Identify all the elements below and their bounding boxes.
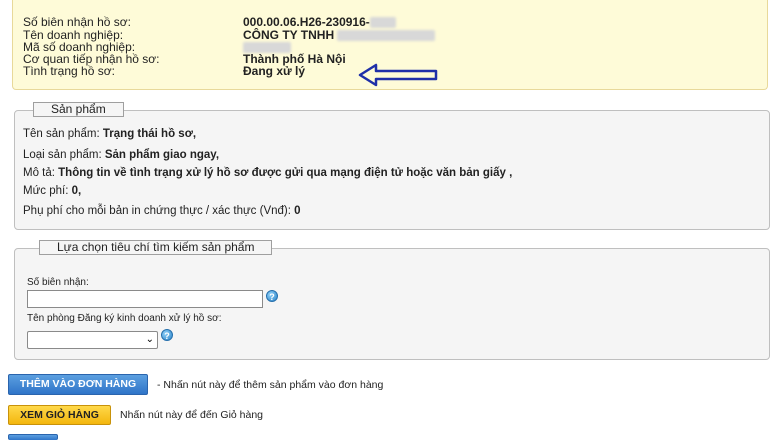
product-fee-label: Mức phí: [23, 185, 72, 197]
product-name-label: Tên sản phẩm: [23, 128, 103, 140]
product-surcharge-line: Phụ phí cho mỗi bản in chứng thực / xác … [23, 205, 301, 217]
help-icon[interactable]: ? [266, 290, 278, 302]
add-to-order-button[interactable]: THÊM VÀO ĐƠN HÀNG [8, 374, 148, 395]
receipt-number-label: Số biên nhận hồ sơ: [23, 15, 131, 29]
annotation-arrow-icon [358, 63, 438, 87]
product-description-value: Thông tin về tình trạng xử lý hồ sơ được… [58, 167, 513, 179]
add-to-order-note: - Nhấn nút này để thêm sản phẩm vào đơn … [157, 379, 384, 391]
view-cart-note: Nhấn nút này để đến Giỏ hàng [120, 409, 264, 421]
view-cart-button[interactable]: XEM GIỎ HÀNG [8, 405, 111, 425]
receipt-number-value: 000.00.06.H26-230916- [243, 16, 396, 29]
product-fee-value: 0, [71, 185, 82, 197]
product-type-value: Sản phẩm giao ngay, [104, 149, 220, 161]
receipt-number-field-label: Số biên nhận: [27, 277, 89, 288]
product-legend: Sản phẩm [33, 102, 124, 117]
product-type-label: Loại sản phẩm: [23, 149, 105, 161]
status-label: Tình trạng hồ sơ: [23, 64, 115, 78]
redaction-blur [337, 30, 436, 42]
redaction-blur [369, 17, 396, 29]
help-icon[interactable]: ? [161, 329, 173, 341]
product-fee-line: Mức phí: 0, [23, 185, 81, 197]
status-value: Đang xử lý [243, 64, 306, 78]
chevron-down-icon: ⌄ [145, 334, 154, 345]
search-criteria-fieldset: Lựa chọn tiêu chí tìm kiếm sản phẩm Số b… [14, 240, 770, 360]
office-field-label: Tên phòng Đăng ký kinh doanh xử lý hồ sơ… [27, 313, 222, 324]
product-description-label: Mô tả: [23, 167, 59, 179]
product-description-line: Mô tả: Thông tin về tình trạng xử lý hồ … [23, 167, 512, 179]
partial-button[interactable] [8, 434, 58, 440]
product-type-line: Loại sản phẩm: Sản phẩm giao ngay, [23, 149, 219, 161]
receipt-number-input[interactable] [27, 290, 263, 308]
product-name-value: Trạng thái hồ sơ, [102, 128, 197, 140]
product-surcharge-label: Phụ phí cho mỗi bản in chứng thực / xác … [23, 205, 295, 217]
product-surcharge-value: 0 [294, 205, 301, 217]
company-name-value: CÔNG TY TNHH [243, 29, 436, 42]
product-name-line: Tên sản phẩm: Trạng thái hồ sơ, [23, 128, 196, 140]
search-criteria-legend: Lựa chọn tiêu chí tìm kiếm sản phẩm [39, 240, 273, 255]
office-select[interactable]: ⌄ [27, 331, 158, 349]
product-fieldset: Sản phẩm Tên sản phẩm: Trạng thái hồ sơ,… [14, 102, 770, 230]
